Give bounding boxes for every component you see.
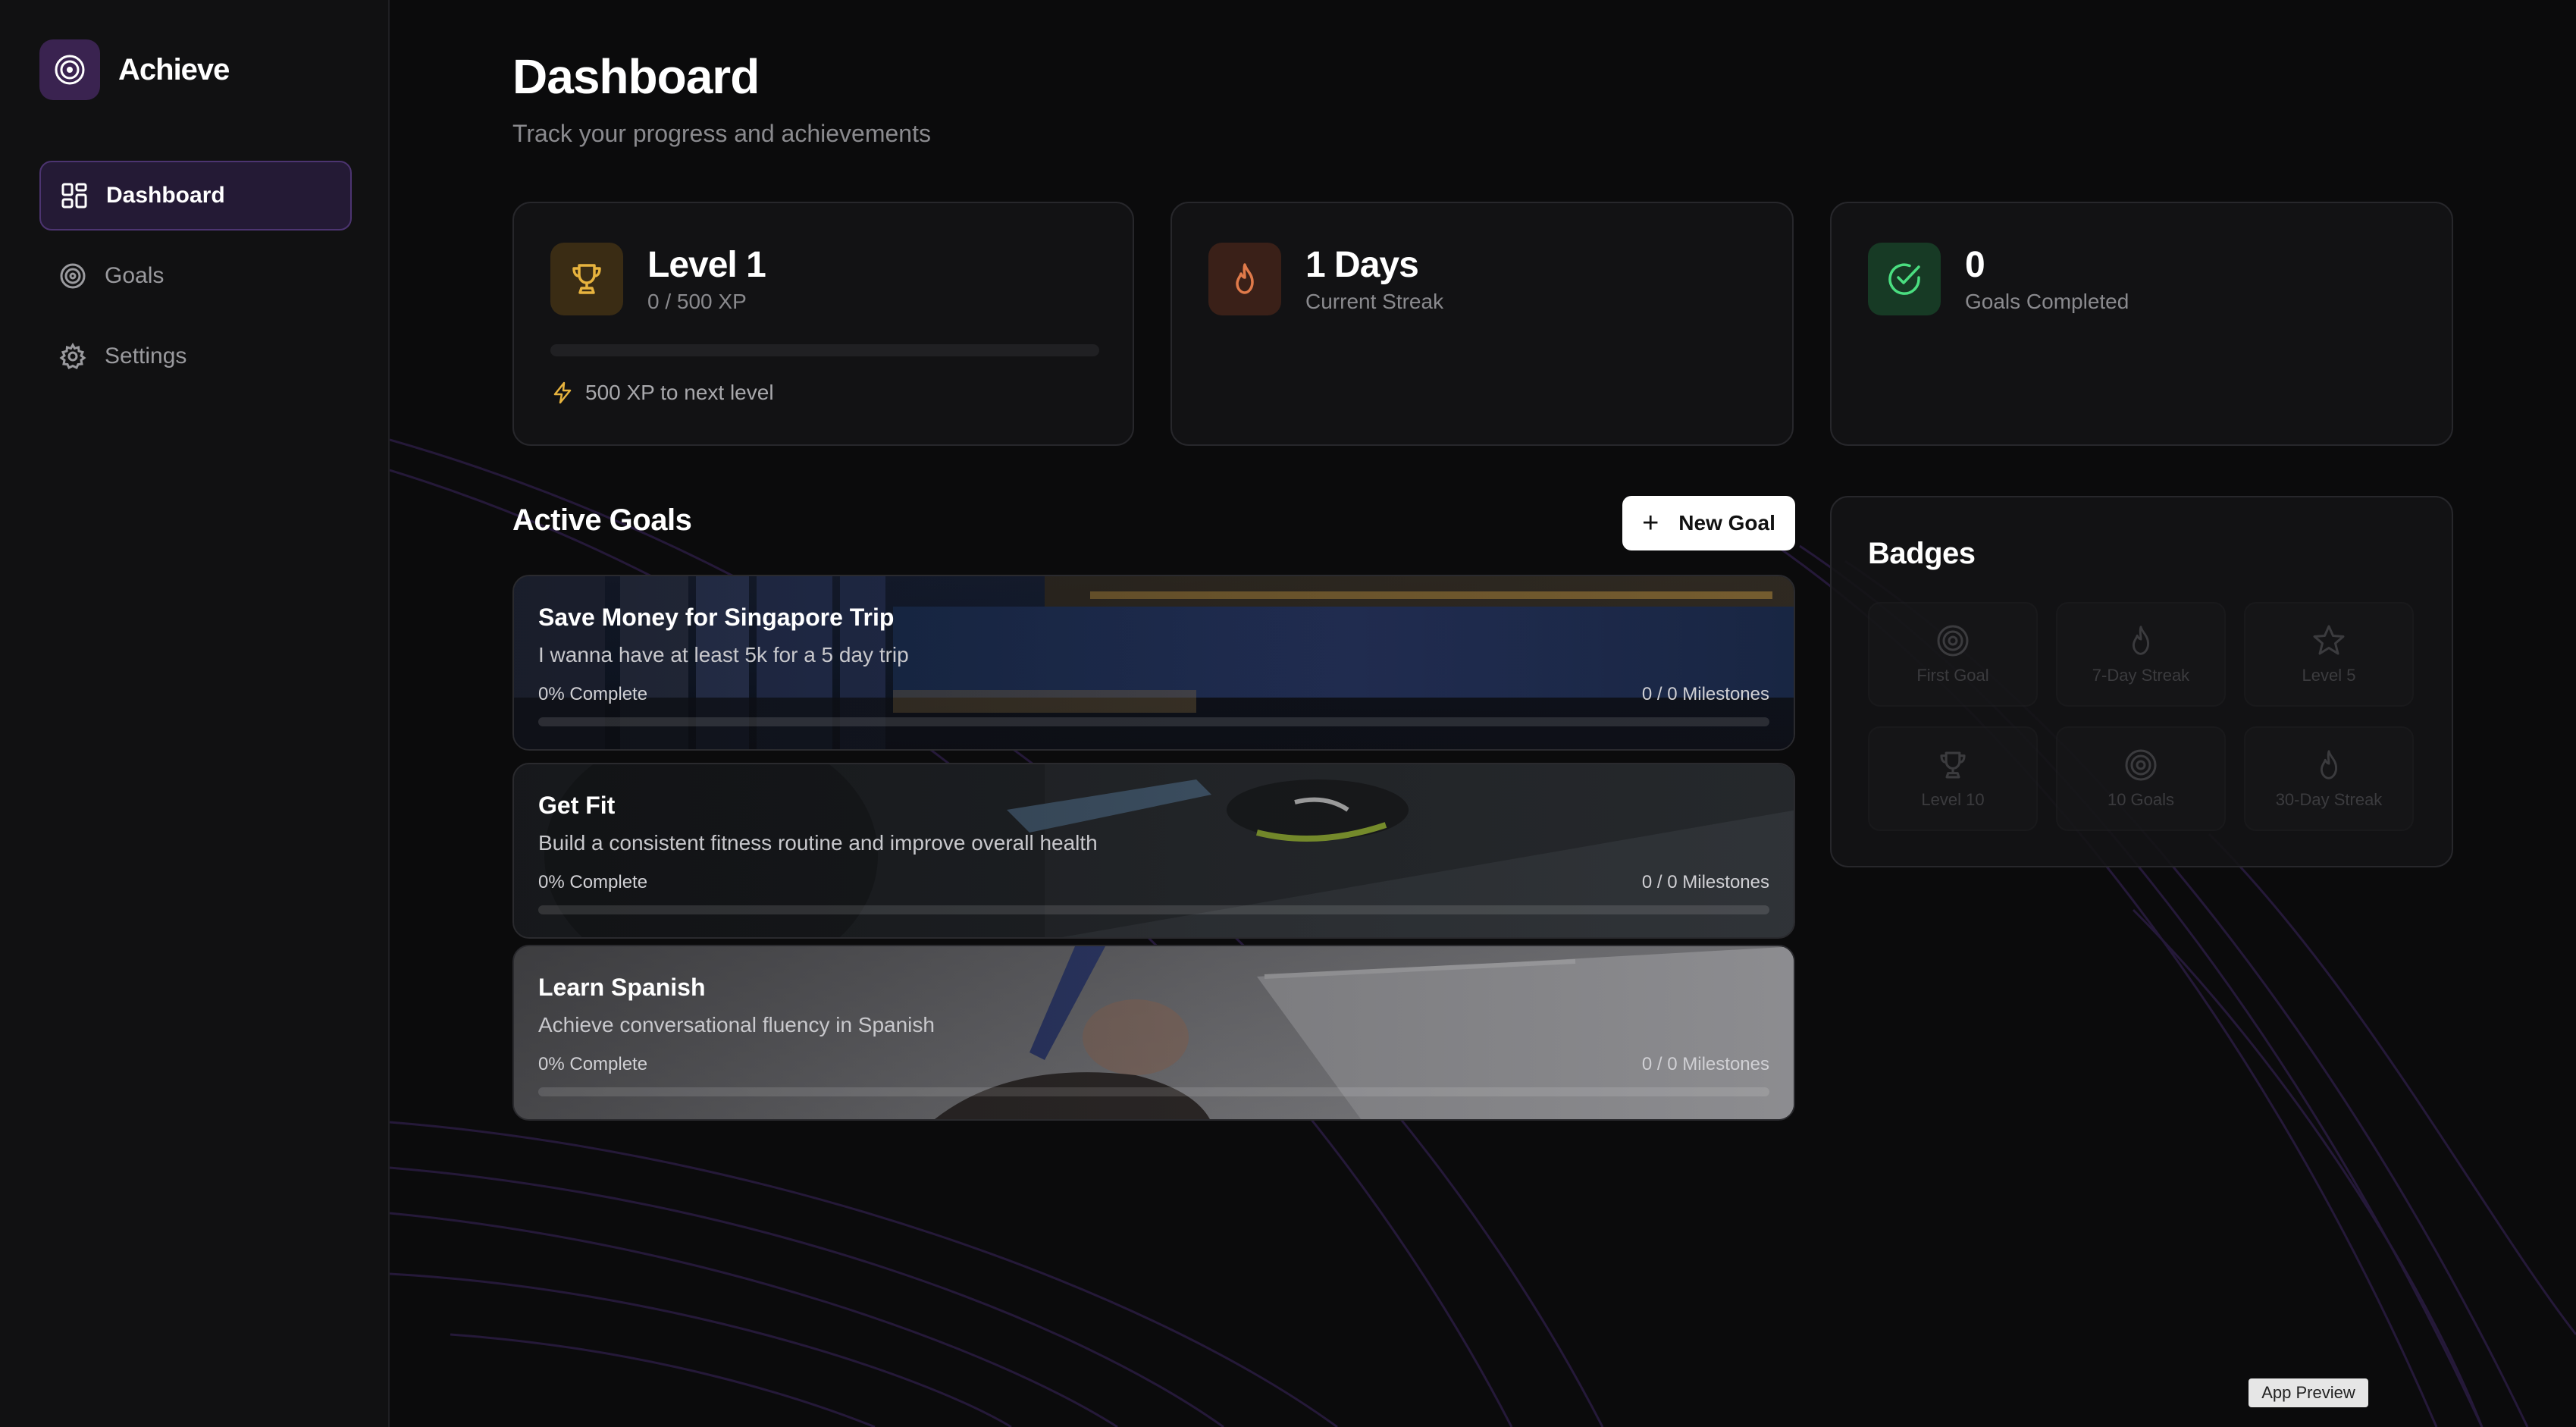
xp-next-text: 500 XP to next level: [585, 381, 774, 404]
sidebar: Achieve Dashboard Goals Settings: [0, 0, 390, 1427]
flame-icon: [1208, 243, 1281, 315]
trophy-icon: [550, 243, 623, 315]
sidebar-nav: Dashboard Goals Settings: [39, 161, 352, 402]
xp-progress-bar: [550, 344, 1099, 356]
flame-icon: [2320, 750, 2338, 779]
goal-progress-text: 0% Complete: [538, 1054, 648, 1074]
app-preview-tag: App Preview: [2249, 1378, 2368, 1407]
level-title: Level 1: [647, 245, 766, 285]
badge-label: First Goal: [1916, 666, 1989, 685]
target-icon: [1937, 625, 1969, 657]
target-icon: [58, 261, 88, 291]
goal-progress-bar: [538, 905, 1769, 914]
badge-label: 10 Goals: [2107, 790, 2175, 809]
sidebar-item-label: Dashboard: [106, 183, 225, 208]
streak-label: Current Streak: [1305, 290, 1444, 313]
page-subtitle: Track your progress and achievements: [512, 120, 931, 147]
app-name: Achieve: [118, 52, 230, 86]
goal-milestones: 0 / 0 Milestones: [1641, 872, 1769, 892]
goal-card-singapore[interactable]: Save Money for Singapore Trip I wanna ha…: [512, 575, 1795, 751]
goal-progress-text: 0% Complete: [538, 684, 648, 704]
goal-description: Build a consistent fitness routine and i…: [538, 831, 1098, 855]
badge-10-goals[interactable]: 10 Goals: [2056, 726, 2226, 831]
flame-icon: [2132, 626, 2150, 655]
level-card: Level 1 0 / 500 XP 500 XP to next level: [512, 202, 1134, 446]
xp-value: 0 / 500 XP: [647, 290, 747, 313]
badge-level-10[interactable]: Level 10: [1868, 726, 2038, 831]
completed-card: 0 Goals Completed: [1830, 202, 2453, 446]
new-goal-label: New Goal: [1678, 511, 1775, 535]
active-goals-title: Active Goals: [512, 503, 692, 537]
goal-description: Achieve conversational fluency in Spanis…: [538, 1013, 935, 1037]
sidebar-item-settings[interactable]: Settings: [39, 321, 352, 391]
sidebar-item-label: Settings: [105, 343, 187, 369]
goal-progress-bar: [538, 1087, 1769, 1096]
badges-card: Badges First Goal 7-Day Streak Level 5 L…: [1830, 496, 2453, 867]
badge-label: 7-Day Streak: [2092, 666, 2190, 685]
goal-card-learn-spanish[interactable]: Learn Spanish Achieve conversational flu…: [512, 945, 1795, 1121]
goal-description: I wanna have at least 5k for a 5 day tri…: [538, 643, 909, 666]
plus-icon: +: [1642, 507, 1659, 539]
badge-label: Level 5: [2302, 666, 2356, 685]
badge-first-goal[interactable]: First Goal: [1868, 602, 2038, 707]
streak-card: 1 Days Current Streak: [1170, 202, 1794, 446]
goal-progress-bar: [538, 717, 1769, 726]
badge-level-5[interactable]: Level 5: [2244, 602, 2414, 707]
goal-milestones: 0 / 0 Milestones: [1641, 684, 1769, 704]
badges-title: Badges: [1868, 537, 1976, 570]
sidebar-item-label: Goals: [105, 263, 165, 288]
star-icon: [2313, 625, 2345, 655]
check-circle-icon: [1868, 243, 1941, 315]
goal-milestones: 0 / 0 Milestones: [1641, 1054, 1769, 1074]
app-window: Achieve Dashboard Goals Settings Dashboa…: [0, 0, 2576, 1427]
target-icon: [39, 39, 100, 100]
badges-grid: First Goal 7-Day Streak Level 5 Level 10…: [1868, 602, 2414, 831]
goal-title: Save Money for Singapore Trip: [538, 604, 895, 631]
badge-7-day-streak[interactable]: 7-Day Streak: [2056, 602, 2226, 707]
dashboard-grid-icon: [59, 180, 89, 211]
trophy-icon: [1940, 751, 1966, 779]
sidebar-item-dashboard[interactable]: Dashboard: [39, 161, 352, 231]
completed-count: 0: [1965, 245, 1985, 285]
badge-label: 30-Day Streak: [2275, 790, 2383, 809]
goal-title: Get Fit: [538, 792, 616, 819]
badge-label: Level 10: [1921, 790, 1985, 809]
brand[interactable]: Achieve: [39, 39, 230, 100]
completed-label: Goals Completed: [1965, 290, 2129, 313]
gear-icon: [58, 341, 88, 372]
target-icon: [2125, 749, 2157, 781]
streak-title: 1 Days: [1305, 245, 1419, 285]
xp-next-level: 500 XP to next level: [550, 381, 774, 405]
sidebar-item-goals[interactable]: Goals: [39, 241, 352, 311]
goal-progress-text: 0% Complete: [538, 872, 648, 892]
badge-30-day-streak[interactable]: 30-Day Streak: [2244, 726, 2414, 831]
page-title: Dashboard: [512, 49, 760, 104]
goal-title: Learn Spanish: [538, 974, 706, 1001]
lightning-icon: [553, 381, 572, 404]
goal-card-get-fit[interactable]: Get Fit Build a consistent fitness routi…: [512, 763, 1795, 939]
new-goal-button[interactable]: + New Goal: [1622, 496, 1795, 550]
